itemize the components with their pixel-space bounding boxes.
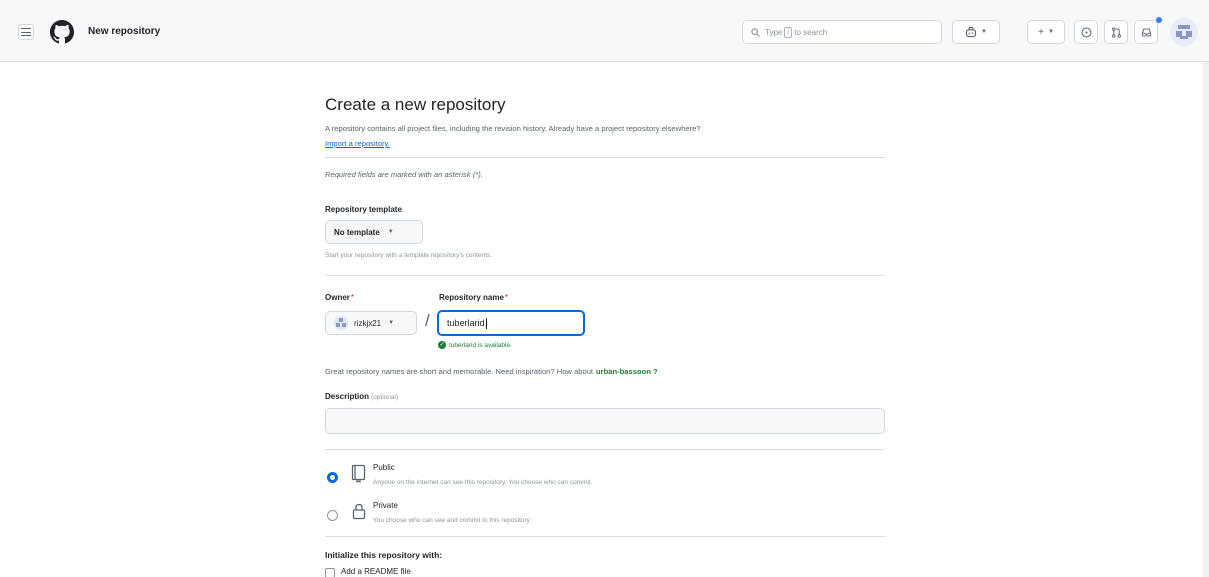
text-cursor xyxy=(485,317,487,329)
github-logo-icon[interactable] xyxy=(50,20,74,44)
optional-tag: (optional) xyxy=(371,394,399,401)
issues-button[interactable] xyxy=(1074,20,1098,44)
divider xyxy=(325,536,885,537)
page-subtitle: A repository contains all project files,… xyxy=(325,124,701,133)
divider xyxy=(325,275,885,276)
search-input[interactable]: Type / to search xyxy=(742,20,942,44)
owner-label: Owner* xyxy=(325,293,354,302)
issue-icon xyxy=(1081,27,1091,37)
owner-value: rizkjx21 xyxy=(354,318,382,328)
repository-name-input[interactable]: tuberlarid xyxy=(437,310,585,336)
owner-select[interactable]: rizkjx21 ▼ xyxy=(325,311,417,335)
suggested-name-link[interactable]: urban-bassoon ? xyxy=(596,367,658,376)
readme-checkbox[interactable] xyxy=(325,568,335,577)
public-radio[interactable] xyxy=(327,472,338,483)
owner-avatar xyxy=(334,316,348,330)
chevron-down-icon: ▼ xyxy=(387,229,394,235)
required-asterisk: * xyxy=(350,293,355,302)
public-description: Anyone on the internet can see this repo… xyxy=(373,479,593,486)
scrollbar[interactable] xyxy=(1203,62,1209,577)
template-select[interactable]: No template ▼ xyxy=(325,220,423,244)
private-description: You choose who can see and commit to thi… xyxy=(373,517,532,524)
plus-icon: + xyxy=(1038,26,1044,38)
required-asterisk: * xyxy=(504,293,509,302)
initialize-title: Initialize this repository with: xyxy=(325,550,443,560)
global-header: New repository Type / to search ▼ + ▼ xyxy=(0,0,1209,62)
description-label-text: Description xyxy=(325,392,370,401)
description-label: Description (optional) xyxy=(325,392,398,401)
template-hint: Start your repository with a template re… xyxy=(325,252,493,259)
private-radio[interactable] xyxy=(327,510,338,521)
required-fields-note: Required fields are marked with an aster… xyxy=(325,170,483,179)
name-suggestion: Great repository names are short and mem… xyxy=(325,367,658,376)
readme-label: Add a README file xyxy=(341,567,411,576)
pull-request-icon xyxy=(1111,26,1121,38)
private-title: Private xyxy=(373,501,398,510)
inbox-button[interactable] xyxy=(1134,20,1158,44)
page-title: Create a new repository xyxy=(325,95,506,114)
repo-name-label: Repository name* xyxy=(439,293,508,302)
suggestion-text: Great repository names are short and mem… xyxy=(325,367,594,376)
divider xyxy=(325,157,885,158)
notification-dot xyxy=(1156,17,1162,23)
pull-requests-button[interactable] xyxy=(1104,20,1128,44)
chevron-down-icon: ▼ xyxy=(388,320,395,326)
repository-name-value: tuberlarid xyxy=(447,318,485,328)
copilot-button[interactable]: ▼ xyxy=(952,20,1000,44)
description-input[interactable] xyxy=(325,408,885,434)
inbox-icon xyxy=(1141,28,1151,36)
search-placeholder-post: to search xyxy=(794,27,828,37)
search-icon xyxy=(751,27,760,37)
search-placeholder-pre: Type xyxy=(765,27,783,37)
chevron-down-icon: ▼ xyxy=(1047,29,1054,35)
import-repository-link[interactable]: Import a repository. xyxy=(325,139,390,148)
chevron-down-icon: ▼ xyxy=(981,29,987,35)
repo-name-label-text: Repository name xyxy=(439,293,504,302)
menu-icon[interactable] xyxy=(18,24,34,40)
page-name[interactable]: New repository xyxy=(88,26,160,37)
copilot-icon xyxy=(965,26,977,38)
name-availability: ✓ tuberlarid is available. xyxy=(438,341,512,349)
availability-text: tuberlarid is available. xyxy=(449,341,512,349)
search-shortcut-key: / xyxy=(784,26,793,38)
divider xyxy=(325,449,885,450)
template-label: Repository template xyxy=(325,205,402,214)
check-circle-icon: ✓ xyxy=(438,341,446,349)
avatar[interactable] xyxy=(1170,18,1198,46)
template-value: No template xyxy=(334,227,380,237)
owner-label-text: Owner xyxy=(325,293,350,302)
lock-icon xyxy=(352,503,366,520)
repo-icon xyxy=(351,464,366,483)
owner-repo-separator: / xyxy=(425,311,430,330)
create-new-button[interactable]: + ▼ xyxy=(1027,20,1065,44)
public-title: Public xyxy=(373,463,395,472)
